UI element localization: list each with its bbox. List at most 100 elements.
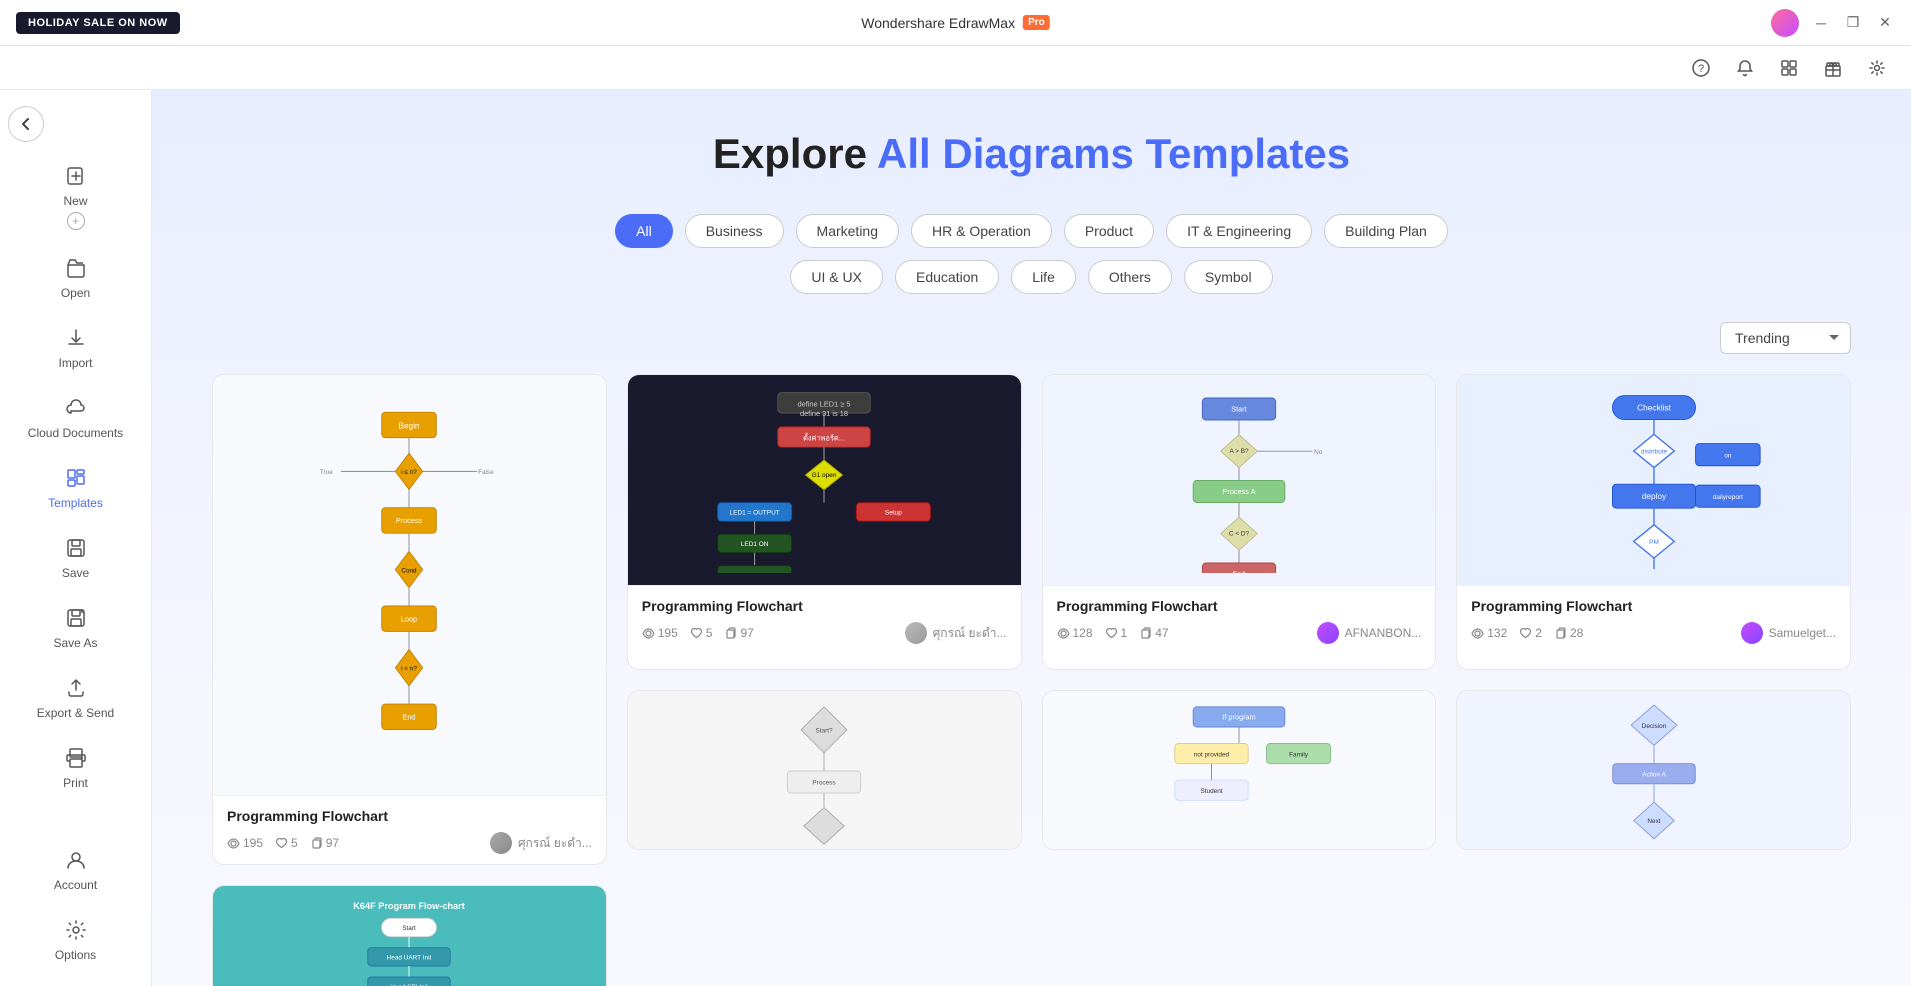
filter-building-plan[interactable]: Building Plan: [1324, 214, 1448, 248]
svg-text:No: No: [1314, 448, 1323, 455]
filter-product[interactable]: Product: [1064, 214, 1154, 248]
user-avatar[interactable]: [1771, 9, 1799, 37]
sidebar-item-new-label: New: [63, 194, 87, 208]
sidebar-item-options[interactable]: Options: [8, 906, 143, 972]
svg-text:If program: If program: [1222, 713, 1255, 722]
filter-business[interactable]: Business: [685, 214, 784, 248]
maximize-button[interactable]: ❐: [1843, 13, 1863, 33]
author-avatar-1: [490, 832, 512, 854]
sidebar-item-print[interactable]: Print: [8, 734, 143, 800]
svg-text:on: on: [1724, 452, 1732, 459]
template-card-1[interactable]: Begin i ≤ n? Process Cond Loop: [212, 374, 607, 865]
export-icon: [62, 674, 90, 702]
minimize-button[interactable]: ─: [1811, 13, 1831, 33]
gift-icon[interactable]: [1819, 54, 1847, 82]
pro-badge: Pro: [1023, 15, 1050, 30]
sidebar-item-save-label: Save: [62, 566, 89, 580]
sidebar-item-saveas[interactable]: Save As: [8, 594, 143, 660]
filter-life[interactable]: Life: [1011, 260, 1076, 294]
app-name: Wondershare EdrawMax: [861, 15, 1015, 31]
svg-text:Begin: Begin: [399, 422, 420, 431]
new-plus-icon: +: [67, 212, 85, 230]
svg-text:distribute: distribute: [1641, 448, 1668, 455]
svg-text:LED1 = OUTPUT: LED1 = OUTPUT: [730, 509, 780, 516]
svg-text:i ≤ n?: i ≤ n?: [402, 469, 418, 476]
template-meta-2: 195 5 97 ศุกรณ์ ยะดำ...: [642, 622, 1007, 644]
template-card-8[interactable]: K64F Program Flow-chart Start Head UART …: [212, 885, 607, 986]
svg-text:K64F Program Flow-chart: K64F Program Flow-chart: [354, 901, 465, 911]
close-button[interactable]: ✕: [1875, 13, 1895, 33]
svg-text:?: ?: [1698, 63, 1704, 75]
template-meta-3: 128 1 47 AFNANBON...: [1057, 622, 1422, 644]
import-icon: [62, 324, 90, 352]
svg-text:ตั้งค่าพอร์ต...: ตั้งค่าพอร์ต...: [803, 432, 845, 442]
svg-text:Process: Process: [396, 516, 423, 525]
help-icon[interactable]: ?: [1687, 54, 1715, 82]
sidebar-item-save[interactable]: Save: [8, 524, 143, 590]
sidebar-item-export[interactable]: Export & Send: [8, 664, 143, 730]
template-info-1: Programming Flowchart 195 5 97: [213, 795, 606, 864]
filter-hr-operation[interactable]: HR & Operation: [911, 214, 1052, 248]
back-button[interactable]: [8, 106, 44, 142]
svg-text:not provided: not provided: [1194, 751, 1230, 758]
template-card-2[interactable]: define LED1 ≥ 5 define 31 is 18 ตั้งค่าพ…: [627, 374, 1022, 670]
filter-others[interactable]: Others: [1088, 260, 1172, 294]
template-title-4: Programming Flowchart: [1471, 598, 1836, 614]
sidebar-item-templates[interactable]: Templates: [8, 454, 143, 520]
holiday-sale-button[interactable]: HOLIDAY SALE ON NOW: [16, 12, 180, 34]
template-title-2: Programming Flowchart: [642, 598, 1007, 614]
templates-grid: Begin i ≤ n? Process Cond Loop: [212, 374, 1851, 986]
svg-text:True: True: [320, 469, 333, 476]
content-area: Explore All Diagrams Templates All Busin…: [152, 90, 1911, 986]
svg-text:Loop: Loop: [401, 614, 417, 623]
settings-icon[interactable]: [1863, 54, 1891, 82]
sidebar-item-new[interactable]: New +: [8, 152, 143, 240]
filter-marketing[interactable]: Marketing: [796, 214, 899, 248]
sidebar-item-import[interactable]: Import: [8, 314, 143, 380]
likes-4: 2: [1519, 626, 1542, 640]
likes-2: 5: [690, 626, 713, 640]
template-card-7[interactable]: Decision Action A Next: [1456, 690, 1851, 850]
template-card-3[interactable]: Start A > B? Process A C < D? End: [1042, 374, 1437, 670]
options-icon: [62, 916, 90, 944]
filter-ui-ux[interactable]: UI & UX: [790, 260, 883, 294]
template-card-4[interactable]: Checklist distribute deploy PM dail: [1456, 374, 1851, 670]
svg-text:Next: Next: [1647, 818, 1660, 825]
new-icon: [62, 162, 90, 190]
author-1: ศุกรณ์ ยะดำ...: [490, 832, 592, 854]
views-1: 195: [227, 836, 263, 850]
bell-icon[interactable]: [1731, 54, 1759, 82]
svg-text:Family: Family: [1289, 751, 1309, 758]
template-card-6[interactable]: If program not provided Family Student: [1042, 690, 1437, 850]
svg-text:G1 open: G1 open: [812, 471, 837, 478]
app-title-center: Wondershare EdrawMax Pro: [861, 15, 1049, 31]
svg-text:Head UART Init: Head UART Init: [387, 955, 432, 962]
filter-it-engineering[interactable]: IT & Engineering: [1166, 214, 1312, 248]
sidebar-item-open[interactable]: Open: [8, 244, 143, 310]
page-title: Explore All Diagrams Templates: [212, 130, 1851, 178]
filter-symbol[interactable]: Symbol: [1184, 260, 1273, 294]
svg-text:End: End: [1232, 569, 1245, 572]
sort-select[interactable]: Trending Newest Most Popular: [1720, 322, 1851, 354]
sidebar-item-account[interactable]: Account: [8, 836, 143, 902]
main-layout: New + Open Import Cloud Documents: [0, 90, 1911, 986]
sidebar-item-export-label: Export & Send: [37, 706, 114, 720]
svg-text:Setup: Setup: [885, 509, 902, 516]
svg-text:Decision: Decision: [1641, 723, 1666, 730]
sidebar-item-cloud[interactable]: Cloud Documents: [8, 384, 143, 450]
save-icon: [62, 534, 90, 562]
filter-education[interactable]: Education: [895, 260, 999, 294]
svg-text:End: End: [403, 713, 416, 722]
svg-text:A > B?: A > B?: [1229, 448, 1248, 455]
author-avatar-2: [905, 622, 927, 644]
copies-3: 47: [1139, 626, 1168, 640]
svg-text:Action A: Action A: [1642, 772, 1666, 779]
sidebar-item-import-label: Import: [58, 356, 92, 370]
svg-text:Process: Process: [813, 780, 836, 787]
templates-icon: [62, 464, 90, 492]
filter-all[interactable]: All: [615, 214, 673, 248]
grid-icon[interactable]: [1775, 54, 1803, 82]
author-3: AFNANBON...: [1317, 622, 1422, 644]
template-card-5[interactable]: Start? Process: [627, 690, 1022, 850]
sidebar: New + Open Import Cloud Documents: [0, 90, 152, 986]
